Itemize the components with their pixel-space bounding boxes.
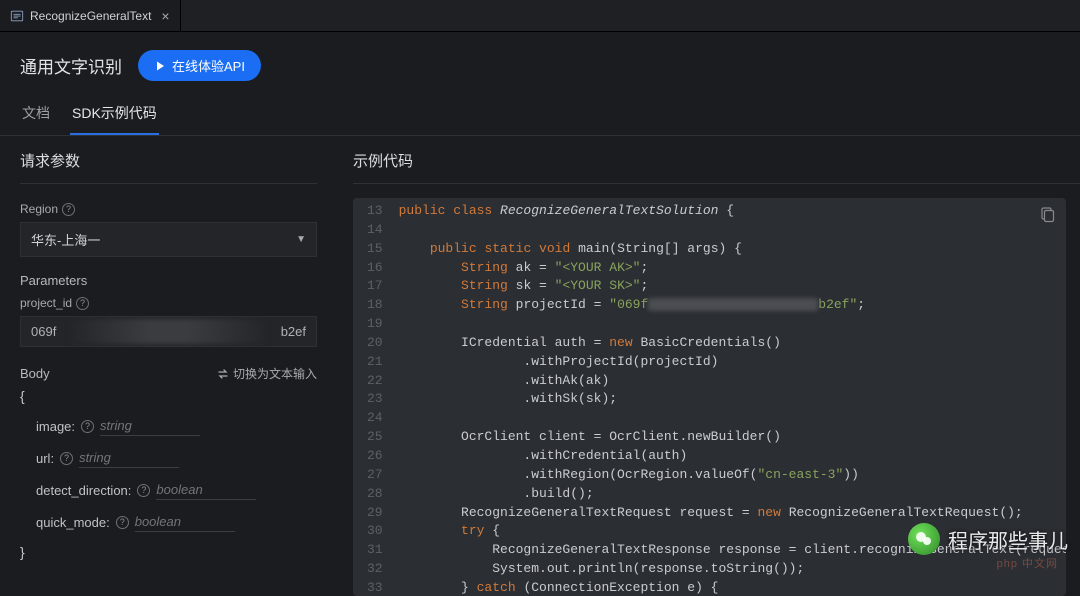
play-icon: [154, 60, 166, 72]
project-id-field[interactable]: 069f b2ef: [20, 316, 317, 347]
sub-tabs: 文档 SDK示例代码: [0, 93, 1080, 136]
parameters-heading: Parameters: [20, 273, 317, 288]
copy-icon[interactable]: [1038, 206, 1056, 224]
swap-icon: [217, 368, 229, 380]
detect-direction-input[interactable]: [156, 480, 256, 500]
php-watermark: php 中文网: [997, 555, 1058, 571]
editor-tab-recognize[interactable]: RecognizeGeneralText ×: [0, 0, 181, 31]
page-header: 通用文字识别 在线体验API: [0, 32, 1080, 93]
body-brace-close: }: [20, 544, 317, 560]
region-label: Region ?: [20, 202, 317, 216]
chevron-down-icon: ▼: [296, 234, 306, 245]
request-params-panel: 请求参数 Region ? 华东-上海一 ▼ Parameters projec…: [0, 136, 335, 596]
try-api-button[interactable]: 在线体验API: [138, 50, 261, 81]
sample-code-title: 示例代码: [353, 150, 1080, 171]
body-brace-open: {: [20, 388, 317, 404]
api-file-icon: [10, 9, 24, 23]
image-input[interactable]: [100, 416, 200, 436]
help-icon[interactable]: ?: [81, 420, 94, 433]
line-gutter: 1314151617181920212223242526272829303132…: [353, 198, 393, 596]
url-input[interactable]: [79, 448, 179, 468]
region-select-value: 华东-上海一: [31, 230, 100, 249]
help-icon[interactable]: ?: [62, 203, 75, 216]
help-icon[interactable]: ?: [60, 452, 73, 465]
quick-mode-input[interactable]: [135, 512, 235, 532]
help-icon[interactable]: ?: [137, 484, 150, 497]
tab-sdk-sample[interactable]: SDK示例代码: [70, 93, 159, 135]
request-params-title: 请求参数: [20, 150, 317, 171]
body-field-image: image: ?: [36, 416, 317, 436]
body-field-detect-direction: detect_direction: ?: [36, 480, 317, 500]
body-heading: Body: [20, 366, 50, 381]
divider: [353, 183, 1080, 184]
editor-tab-label: RecognizeGeneralText: [30, 9, 151, 23]
close-icon[interactable]: ×: [161, 8, 169, 24]
switch-to-text-input[interactable]: 切换为文本输入: [217, 365, 317, 382]
body-field-quick-mode: quick_mode: ?: [36, 512, 317, 532]
help-icon[interactable]: ?: [76, 297, 89, 310]
watermark: 程序那些事儿: [908, 523, 1068, 555]
tab-docs[interactable]: 文档: [20, 93, 52, 135]
help-icon[interactable]: ?: [116, 516, 129, 529]
wechat-logo-icon: [908, 523, 940, 555]
page-title: 通用文字识别: [20, 53, 122, 78]
try-api-button-label: 在线体验API: [172, 56, 245, 75]
redacted-mask: [69, 319, 268, 344]
divider: [20, 183, 317, 184]
editor-tab-bar: RecognizeGeneralText ×: [0, 0, 1080, 32]
region-select[interactable]: 华东-上海一 ▼: [20, 222, 317, 257]
body-field-url: url: ?: [36, 448, 317, 468]
project-id-label: project_id ?: [20, 296, 317, 310]
